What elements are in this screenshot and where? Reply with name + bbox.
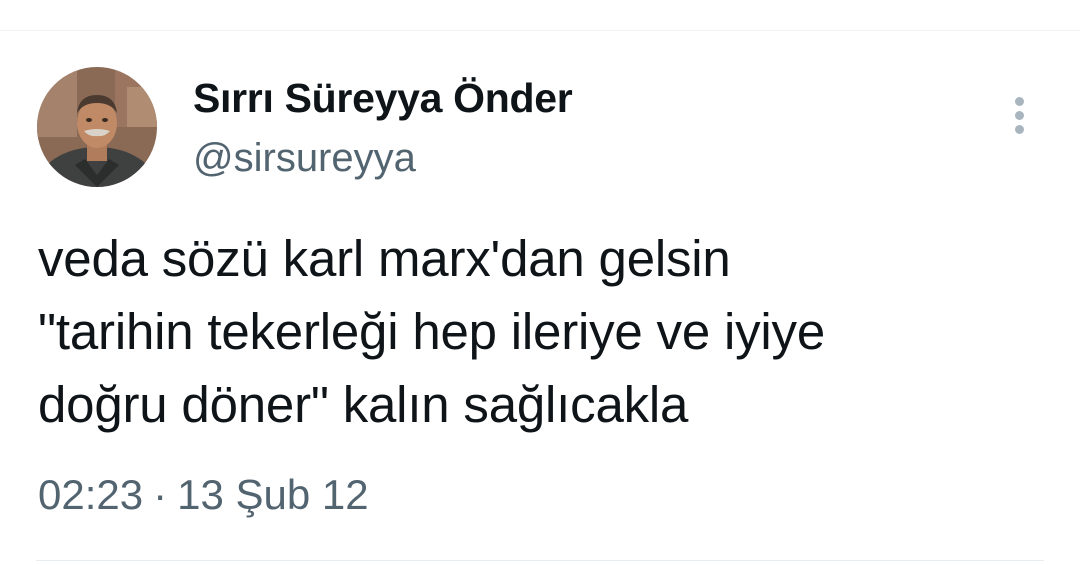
author-display-name[interactable]: Sırrı Süreyya Önder — [193, 74, 573, 122]
avatar[interactable] — [37, 67, 157, 187]
author-handle[interactable]: @sirsureyya — [193, 134, 416, 182]
more-vertical-icon-dot — [1015, 125, 1024, 134]
tweet-text: veda sözü karl marx'dan gelsin "tarihin … — [38, 222, 1048, 441]
tweet-text-line: veda sözü karl marx'dan gelsin — [38, 230, 731, 287]
meta-separator: · — [153, 471, 168, 518]
tweet-text-line: doğru döner" kalın sağlıcakla — [38, 376, 689, 433]
bottom-divider — [36, 560, 1044, 561]
tweet-text-line: "tarihin tekerleği hep ileriye ve iyiye — [38, 303, 826, 360]
tweet-timestamp[interactable]: 02:23 · 13 Şub 12 — [38, 470, 369, 520]
more-vertical-icon-dot — [1015, 111, 1024, 120]
tweet-time: 02:23 — [38, 471, 144, 518]
more-options-button[interactable] — [1004, 92, 1036, 138]
top-divider — [0, 30, 1080, 31]
tweet-date: 13 Şub 12 — [177, 471, 369, 518]
avatar-image — [37, 67, 157, 187]
more-vertical-icon — [1015, 97, 1024, 106]
